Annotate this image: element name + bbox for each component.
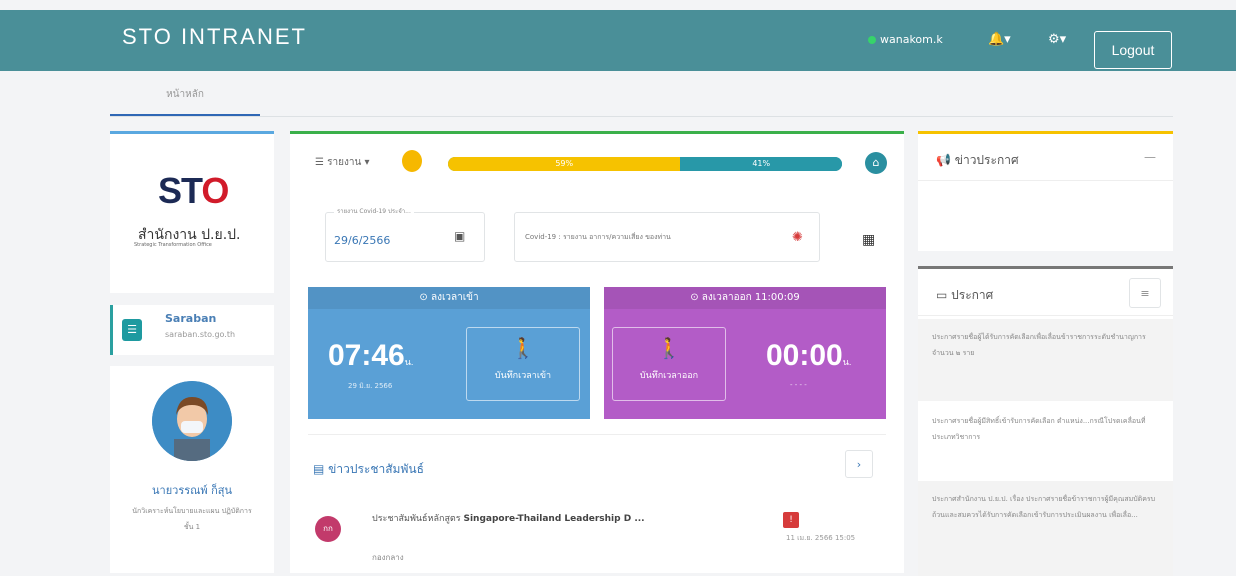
walk-out-icon: 🚶 — [656, 336, 682, 360]
clock-icon — [402, 150, 422, 172]
news-section-title: ▤ ข่าวประชาสัมพันธ์ — [313, 462, 424, 476]
org-logo: STO — [158, 170, 229, 211]
checkout-button[interactable]: 🚶 บันทึกเวลาออก — [612, 327, 726, 401]
top-navbar: STO INTRANET wanakom.k 🔔▾ ⚙▾ Logout — [0, 10, 1236, 71]
news-announcement-panel: 📢 ข่าวประกาศ — — [918, 131, 1173, 251]
checkin-date: 29 มิ.ย. 2566 — [348, 382, 393, 390]
news-panel-title: 📢 ข่าวประกาศ — [936, 153, 1019, 167]
announcement-panel: ▭ ประกาศ ≡ ประกาศรายชื่อผู้ได้รับการคัดเ… — [918, 266, 1173, 576]
checkout-header: ⊙ ลงเวลาออก 11:00:09 — [604, 287, 886, 309]
saraban-title: Saraban — [165, 312, 217, 325]
org-name-en: Strategic Transformation Office — [134, 242, 212, 248]
checkin-button[interactable]: 🚶 บันทึกเวลาเข้า — [466, 327, 580, 401]
covid-date-label: รายงาน Covid-19 ประจำ... — [334, 206, 414, 216]
saraban-link[interactable]: ☰ Saraban saraban.sto.go.th — [110, 305, 274, 355]
covid-date-field[interactable]: รายงาน Covid-19 ประจำ... 29/6/2566 ▣ — [325, 206, 485, 262]
org-logo-card: STO สำนักงาน ป.ย.ป. Strategic Transforma… — [110, 131, 274, 293]
menu-icon[interactable]: ≡ — [1129, 278, 1161, 308]
collapse-icon[interactable]: — — [1144, 150, 1156, 164]
left-sidebar: STO สำนักงาน ป.ย.ป. Strategic Transforma… — [110, 131, 274, 293]
divider — [918, 180, 1173, 181]
checkout-time: 00:00น. — [766, 339, 852, 372]
virus-icon: ✺ — [792, 230, 803, 245]
news-author-avatar: กก — [315, 516, 341, 542]
news-item-date: 11 เม.ย. 2566 15:05 — [786, 534, 856, 542]
checkin-time: 07:46น. — [328, 339, 414, 372]
covid-report-select[interactable]: Covid-19 : รายงาน อาการ/ความเสี่ยง ของท่… — [514, 212, 820, 262]
news-item-source: กองกลาง — [372, 553, 404, 562]
profile-card: นายวรรณพ์ ก็สุน นักวิเคราะห์นโยบายและแผน… — [110, 366, 274, 573]
calendar-icon[interactable]: ▣ — [454, 229, 465, 243]
saraban-url: saraban.sto.go.th — [165, 330, 236, 339]
work-progress-bar: 59% 41% — [448, 157, 842, 171]
checkout-card: ⊙ ลงเวลาออก 11:00:09 🚶 บันทึกเวลาออก 00:… — [604, 287, 886, 419]
announcement-item[interactable]: ประกาศรายชื่อผู้มีสิทธิ์เข้ารับการคัดเลื… — [918, 403, 1173, 479]
nav-divider — [110, 116, 1173, 117]
progress-segment-2: 41% — [680, 157, 842, 171]
bell-icon[interactable]: 🔔▾ — [988, 32, 1011, 47]
username: wanakom.k — [880, 33, 943, 46]
profile-name: นายวรรณพ์ ก็สุน — [152, 484, 232, 497]
covid-report-text: Covid-19 : รายงาน อาการ/ความเสี่ยง ของท่… — [525, 233, 671, 241]
divider — [308, 434, 886, 435]
user-menu[interactable]: wanakom.k — [868, 33, 943, 46]
chevron-right-icon[interactable]: › — [845, 450, 873, 478]
gear-icon[interactable]: ⚙▾ — [1048, 32, 1066, 47]
walk-in-icon: 🚶 — [510, 336, 536, 360]
announcement-panel-title: ▭ ประกาศ — [936, 288, 994, 302]
tab-home[interactable]: หน้าหลัก — [110, 87, 260, 116]
logout-button[interactable]: Logout — [1094, 31, 1172, 69]
checkin-card: ⊙ ลงเวลาเข้า 07:46น. 29 มิ.ย. 2566 🚶 บัน… — [308, 287, 590, 419]
document-icon: ☰ — [122, 319, 142, 341]
home-icon[interactable]: ⌂ — [865, 152, 887, 174]
divider — [918, 315, 1173, 316]
checkout-date: - - - - — [790, 381, 807, 389]
alert-badge-icon: ! — [783, 512, 799, 528]
announcement-item[interactable]: ประกาศรายชื่อผู้ได้รับการคัดเลือกเพื่อเล… — [918, 319, 1173, 401]
report-dropdown[interactable]: ☰ รายงาน ▾ — [315, 155, 370, 170]
checkin-header: ⊙ ลงเวลาเข้า — [308, 287, 590, 309]
profile-role: นักวิเคราะห์นโยบายและแผน ปฏิบัติการ ชั้น… — [132, 507, 252, 531]
main-panel: ☰ รายงาน ▾ 59% 41% ⌂ รายงาน Covid-19 ประ… — [290, 131, 904, 573]
avatar[interactable] — [152, 381, 232, 461]
save-icon[interactable]: ▦ — [862, 232, 875, 248]
progress-segment-1: 59% — [448, 157, 681, 171]
covid-date-value: 29/6/2566 — [334, 234, 391, 247]
news-item-title[interactable]: ประชาสัมพันธ์หลักสูตร Singapore-Thailand… — [372, 511, 645, 525]
online-status-icon — [868, 35, 876, 44]
brand-title[interactable]: STO INTRANET — [122, 24, 307, 50]
announcement-item[interactable]: ประกาศสำนักงาน ป.ย.ป. เรื่อง ประกาศรายชื… — [918, 481, 1173, 576]
